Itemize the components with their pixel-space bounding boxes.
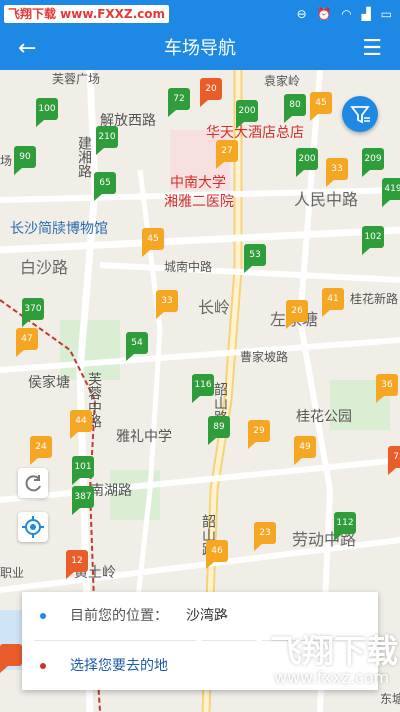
parking-pin[interactable]: 116 <box>192 374 214 403</box>
parking-pin[interactable]: 75 <box>388 446 400 475</box>
parking-pin[interactable]: 26 <box>286 300 308 329</box>
map-label: 芙蓉广场 <box>52 72 101 86</box>
map-label: 桂花新路 <box>350 292 399 306</box>
destination-label: 选择您要去的地 <box>70 658 168 674</box>
destination-dot <box>40 663 46 669</box>
map-label: 长岭 <box>198 298 231 317</box>
parking-pin[interactable]: 200 <box>236 100 258 129</box>
parking-pin[interactable]: 90 <box>14 146 36 175</box>
parking-pin[interactable]: 370 <box>22 298 44 327</box>
parking-pin[interactable]: 44 <box>70 410 92 439</box>
map-label: 白沙路 <box>20 258 69 277</box>
watermark-banner: 飞翔下载 www.FXXZ.com <box>4 5 170 23</box>
parking-pin[interactable]: 209 <box>362 148 384 177</box>
watermark-url: www.fxxz.com <box>274 668 390 687</box>
map-label: 长沙简牍博物馆 <box>10 221 108 237</box>
parking-pin[interactable]: 100 <box>36 98 58 127</box>
parking-pin[interactable]: 102 <box>362 226 384 255</box>
parking-pin[interactable]: 20 <box>200 78 222 107</box>
map-label: 建湘路 <box>76 136 92 178</box>
parking-pin[interactable]: 101 <box>72 456 94 485</box>
filter-button[interactable] <box>342 96 378 132</box>
parking-pin[interactable]: 41 <box>322 288 344 317</box>
parking-pin[interactable]: 387 <box>72 486 94 515</box>
parking-pin[interactable]: 47 <box>16 328 38 357</box>
parking-pin[interactable]: 89 <box>208 416 230 445</box>
current-location-label: 目前您的位置： <box>70 608 168 624</box>
page-title: 车场导航 <box>164 38 236 59</box>
app-bar: ← 车场导航 ☰ <box>0 28 400 70</box>
parking-pin[interactable]: 419 <box>382 178 400 207</box>
dnd-icon: ⊖ <box>296 7 307 21</box>
parking-pin[interactable]: 53 <box>244 244 266 273</box>
map-label: 城南中路 <box>164 260 213 274</box>
parking-pin[interactable]: 200 <box>296 148 318 177</box>
battery-icon: ▭ <box>380 7 392 21</box>
map-label: 华天大酒店总店 <box>206 125 304 141</box>
map-label: 南湖路 <box>90 483 132 499</box>
list-menu-icon[interactable]: ☰ <box>362 35 382 63</box>
watermark-title: 飞翔下载 <box>270 632 399 670</box>
status-icons: ⊖ ⏰ ◠ ▟ ▭ <box>291 6 392 22</box>
parking-pin[interactable]: 65 <box>94 172 116 201</box>
signal-icon: ▟ <box>361 7 371 21</box>
refresh-button[interactable] <box>18 468 48 498</box>
map-label: 袁家岭 <box>264 74 301 88</box>
map-label: 桂花公园 <box>296 409 352 425</box>
parking-pin[interactable]: 45 <box>142 228 164 257</box>
parking-pin[interactable] <box>0 644 22 673</box>
parking-pin[interactable]: 27 <box>216 140 238 169</box>
parking-pin[interactable]: 24 <box>30 436 52 465</box>
locate-button[interactable] <box>18 512 48 542</box>
map-label: 雅礼中学 <box>116 429 172 445</box>
refresh-icon <box>25 475 41 492</box>
parking-pin[interactable]: 45 <box>310 92 332 121</box>
watermark-logo <box>194 618 264 688</box>
parking-pin[interactable]: 23 <box>254 522 276 551</box>
map-label: 曹家坡路 <box>240 350 289 364</box>
parking-pin[interactable]: 112 <box>334 512 356 541</box>
alarm-icon: ⏰ <box>316 7 332 21</box>
map-label: 职业 <box>0 566 25 580</box>
parking-pin[interactable]: 33 <box>156 290 178 319</box>
parking-pin[interactable]: 29 <box>248 420 270 449</box>
locate-icon <box>22 516 44 538</box>
map-label: 湘雅二医院 <box>164 194 234 210</box>
parking-pin[interactable]: 33 <box>326 158 348 187</box>
map-label: 场 <box>0 154 13 168</box>
parking-pin[interactable]: 49 <box>294 436 316 465</box>
parking-pin[interactable]: 46 <box>206 540 228 569</box>
parking-pin[interactable]: 12 <box>66 550 88 579</box>
wifi-icon: ◠ <box>341 7 352 21</box>
current-location-dot <box>40 613 46 619</box>
parking-pin[interactable]: 36 <box>376 374 398 403</box>
map-label: 中南大学 <box>170 175 226 191</box>
parking-pin[interactable]: 210 <box>96 126 118 155</box>
watermark-overlay: 飞翔下载 www.fxxz.com <box>186 616 400 700</box>
map-label: 侯家塘 <box>28 375 70 391</box>
funnel-icon <box>350 106 370 124</box>
parking-pin[interactable]: 72 <box>168 88 190 117</box>
map-label: 人民中路 <box>294 190 359 209</box>
status-bar: 飞翔下载 www.FXXZ.com ⊖ ⏰ ◠ ▟ ▭ <box>0 0 400 28</box>
parking-pin[interactable]: 80 <box>284 94 306 123</box>
parking-pin[interactable]: 54 <box>126 332 148 361</box>
